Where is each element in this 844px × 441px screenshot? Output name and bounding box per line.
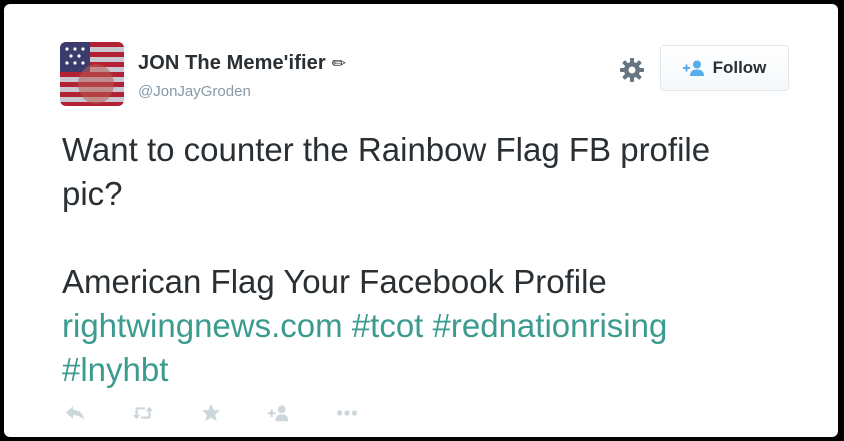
tweet-hashtag-line: #lnyhbt <box>62 348 802 392</box>
hashtag-rednationrising[interactable]: #rednationrising <box>433 307 668 344</box>
tweet-line-1: Want to counter the Rainbow Flag FB prof… <box>62 131 711 168</box>
more-icon[interactable] <box>336 402 358 424</box>
follow-label: Follow <box>712 58 767 77</box>
add-user-icon <box>682 60 705 76</box>
tweet-line-3: American Flag Your Facebook Profile <box>62 263 607 300</box>
tweet-card: JON The Meme'ifier ✏ @JonJayGroden Follo… <box>4 4 838 437</box>
hashtag-lnyhbt[interactable]: #lnyhbt <box>62 351 168 388</box>
hashtag-tcot[interactable]: #tcot <box>352 307 424 344</box>
tweet-text: Want to counter the Rainbow Flag FB prof… <box>62 128 802 392</box>
user-handle[interactable]: @JonJayGroden <box>138 83 251 100</box>
favorite-icon[interactable] <box>200 402 222 424</box>
reply-icon[interactable] <box>64 402 86 424</box>
user-name-row: JON The Meme'ifier ✏ <box>138 52 346 75</box>
tweet-line-2: pic? <box>62 175 123 212</box>
tweet-links-line: rightwingnews.com #tcot #rednationrising <box>62 304 802 348</box>
avatar[interactable] <box>60 42 124 106</box>
pencil-icon: ✏ <box>331 53 346 73</box>
follow-button[interactable]: Follow <box>660 45 789 91</box>
retweet-icon[interactable] <box>132 402 154 424</box>
display-name[interactable]: JON The Meme'ifier <box>138 52 326 75</box>
follow-icon[interactable] <box>268 402 290 424</box>
url-link[interactable]: rightwingnews.com <box>62 307 343 344</box>
gear-icon[interactable] <box>618 56 646 84</box>
tweet-actions <box>64 402 404 424</box>
avatar-flag-image <box>60 42 124 106</box>
